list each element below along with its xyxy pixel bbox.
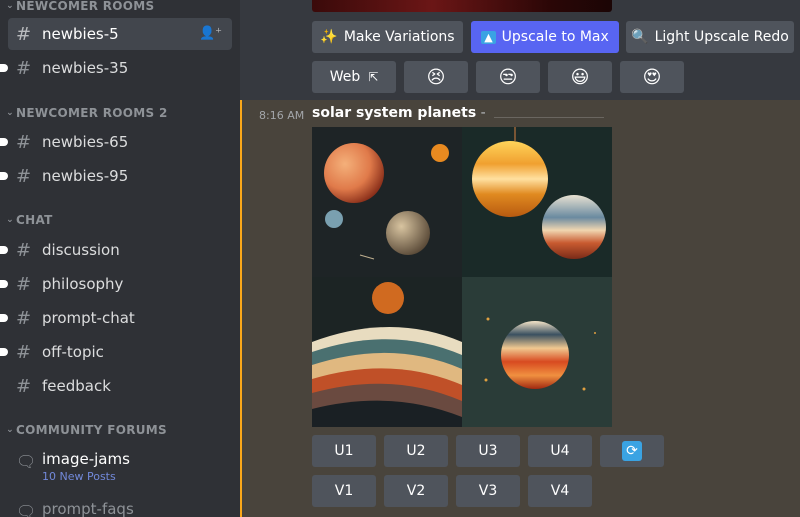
planet-grid-artwork [312,127,612,427]
new-posts-count[interactable]: 10 New Posts [42,470,130,483]
previous-upscaled-image[interactable] [312,0,612,12]
unread-indicator [0,348,8,356]
category-newcomer-rooms-2[interactable]: ⌄ NEWCOMER ROOMS 2 [4,105,168,121]
unread-indicator [0,64,8,72]
reaction-button-2[interactable]: 😒 [476,61,540,93]
channel-prompt-chat[interactable]: # prompt-chat [0,302,232,334]
category-chat[interactable]: ⌄ CHAT [4,212,53,228]
chevron-down-icon: ⌄ [6,425,14,435]
discord-app: ⌄ NEWCOMER ROOMS # newbies-5 👤⁺ # newbie… [0,0,800,517]
channel-off-topic[interactable]: # off-topic [0,336,232,368]
channel-newbies-5[interactable]: # newbies-5 👤⁺ [8,18,232,50]
unread-indicator [0,172,8,180]
hashtag-icon: # [16,375,32,397]
variation-2-button[interactable]: V2 [384,475,448,507]
chat-bubble-icon: 🗨 [16,452,37,471]
category-newcomer-rooms[interactable]: ⌄ NEWCOMER ROOMS [4,0,154,14]
channel-newbies-65[interactable]: # newbies-65 [0,126,232,158]
light-upscale-redo-button[interactable]: 🔍 Light Upscale Redo [626,21,794,53]
previous-message: ✨ Make Variations ▲ Upscale to Max 🔍 Lig… [240,0,800,100]
web-link-button[interactable]: Web ⇱ [312,61,396,93]
upscale-3-button[interactable]: U3 [456,435,520,467]
category-community-forums[interactable]: ⌄ COMMUNITY FORUMS [4,422,167,438]
channel-feedback[interactable]: # feedback [8,370,232,402]
hashtag-icon: # [16,57,32,79]
channel-discussion[interactable]: # discussion [0,234,232,266]
channel-newbies-35[interactable]: # newbies-35 [0,52,232,84]
variation-4-button[interactable]: V4 [528,475,592,507]
user-mention[interactable] [494,109,605,118]
channel-philosophy[interactable]: # philosophy [0,268,232,300]
message-area: ✨ Make Variations ▲ Upscale to Max 🔍 Lig… [240,0,800,517]
add-user-icon[interactable]: 👤⁺ [199,26,222,41]
make-variations-button[interactable]: ✨ Make Variations [312,21,463,53]
hashtag-icon: # [16,165,32,187]
image-grid[interactable] [312,127,612,427]
chevron-down-icon: ⌄ [6,1,14,11]
reroll-icon: ⟳ [622,441,642,461]
reaction-button-4[interactable]: 😍 [620,61,684,93]
hashtag-icon: # [16,307,32,329]
chevron-down-icon: ⌄ [6,215,14,225]
external-link-icon: ⇱ [368,70,379,84]
sparkle-icon: ✨ [320,29,338,45]
hashtag-icon: # [16,273,32,295]
upscale-2-button[interactable]: U2 [384,435,448,467]
message-prompt: solar system planets - [312,105,605,121]
hashtag-icon: # [16,239,32,261]
reroll-button[interactable]: ⟳ [600,435,664,467]
reaction-button-1[interactable]: 😣 [404,61,468,93]
channel-newbies-95[interactable]: # newbies-95 [0,160,232,192]
unread-indicator [0,246,8,254]
upscale-4-button[interactable]: U4 [528,435,592,467]
unread-indicator [0,138,8,146]
upscale-to-max-button[interactable]: ▲ Upscale to Max [471,21,619,53]
forum-image-jams[interactable]: 🗨 image-jams 10 New Posts [8,450,232,483]
message-timestamp: 8:16 AM [259,109,305,122]
magnifier-icon: 🔍 [631,29,649,45]
upscale-arrow-icon: ▲ [481,30,496,44]
channel-sidebar: ⌄ NEWCOMER ROOMS # newbies-5 👤⁺ # newbie… [0,0,240,517]
highlighted-message: 8:16 AM solar system planets - U1 U2 U3 … [240,100,800,517]
upscale-1-button[interactable]: U1 [312,435,376,467]
unread-indicator [0,280,8,288]
hashtag-icon: # [16,131,32,153]
variation-3-button[interactable]: V3 [456,475,520,507]
hashtag-icon: # [16,341,32,363]
forum-prompt-faqs[interactable]: 🗨 prompt-faqs [8,500,232,517]
unread-indicator [0,314,8,322]
hashtag-icon: # [16,23,32,45]
chat-bubble-icon: 🗨 [16,502,37,517]
chevron-down-icon: ⌄ [6,108,14,118]
variation-1-button[interactable]: V1 [312,475,376,507]
reaction-button-3[interactable]: 😃 [548,61,612,93]
